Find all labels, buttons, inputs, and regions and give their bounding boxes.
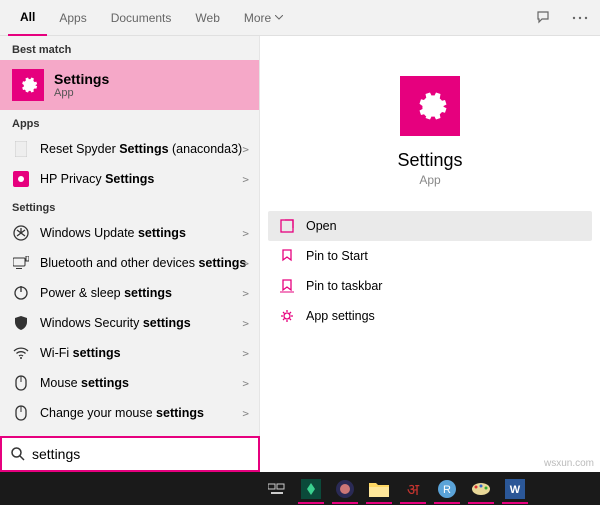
item-icon <box>12 170 30 188</box>
search-box[interactable] <box>0 436 260 472</box>
item-label: Reset Spyder Settings (anaconda3) <box>40 142 247 156</box>
chevron-right-icon: > <box>242 287 249 300</box>
feedback-icon[interactable] <box>532 6 556 30</box>
tab-apps[interactable]: Apps <box>47 0 98 36</box>
item-label: HP Privacy Settings <box>40 172 247 186</box>
chevron-down-icon <box>275 15 283 20</box>
results-panel: Best match Settings App Apps Reset Spyde… <box>0 36 260 472</box>
action-item[interactable]: App settings <box>268 301 592 331</box>
tab-more[interactable]: More <box>232 0 295 36</box>
action-label: Pin to Start <box>306 249 368 263</box>
section-apps: Apps <box>0 110 259 134</box>
chevron-right-icon: > <box>242 257 249 270</box>
item-label: Bluetooth and other devices settings <box>40 256 247 270</box>
action-icon <box>278 279 296 293</box>
list-item[interactable]: Mouse settings> <box>0 368 259 398</box>
list-item[interactable]: Windows Update settings> <box>0 218 259 248</box>
watermark: wsxun.com <box>544 458 594 469</box>
chevron-right-icon: > <box>242 377 249 390</box>
action-item[interactable]: Pin to Start <box>268 241 592 271</box>
item-icon <box>12 140 30 158</box>
taskbar-word[interactable]: W <box>498 472 532 505</box>
list-item[interactable]: HP Privacy Settings> <box>0 164 259 194</box>
item-label: Windows Update settings <box>40 226 247 240</box>
detail-panel: Settings App Open Pin to Start Pin to task… <box>260 36 600 472</box>
best-match-subtitle: App <box>54 87 109 99</box>
section-best-match: Best match <box>0 36 259 60</box>
detail-title: Settings <box>397 150 462 171</box>
item-icon <box>12 284 30 302</box>
taskbar-app-1[interactable] <box>294 472 328 505</box>
more-options-icon[interactable] <box>568 6 592 30</box>
gear-icon <box>12 69 44 101</box>
tab-web[interactable]: Web <box>183 0 231 36</box>
action-label: Pin to taskbar <box>306 279 382 293</box>
action-item[interactable]: Pin to taskbar <box>268 271 592 301</box>
search-icon <box>10 446 26 462</box>
tab-documents[interactable]: Documents <box>99 0 184 36</box>
item-icon <box>12 314 30 332</box>
action-icon <box>278 219 296 233</box>
action-icon <box>278 309 296 323</box>
item-label: Power & sleep settings <box>40 286 247 300</box>
taskbar-app-4[interactable]: अ <box>396 472 430 505</box>
action-label: Open <box>306 219 337 233</box>
item-label: Mouse settings <box>40 376 247 390</box>
chevron-right-icon: > <box>242 227 249 240</box>
item-icon <box>12 404 30 422</box>
chevron-right-icon: > <box>242 317 249 330</box>
item-icon <box>12 224 30 242</box>
chevron-right-icon: > <box>242 173 249 186</box>
list-item[interactable]: Power & sleep settings> <box>0 278 259 308</box>
action-item[interactable]: Open <box>268 211 592 241</box>
gear-icon <box>400 76 460 136</box>
chevron-right-icon: > <box>242 407 249 420</box>
list-item[interactable]: Wi-Fi settings> <box>0 338 259 368</box>
item-label: Windows Security settings <box>40 316 247 330</box>
best-match-title: Settings <box>54 71 109 87</box>
search-input[interactable] <box>32 446 250 462</box>
svg-text:R: R <box>443 484 451 496</box>
action-label: App settings <box>306 309 375 323</box>
list-item[interactable]: Change your mouse settings> <box>0 398 259 428</box>
list-item[interactable]: Reset Spyder Settings (anaconda3)> <box>0 134 259 164</box>
detail-subtitle: App <box>419 173 440 187</box>
list-item[interactable]: Windows Security settings> <box>0 308 259 338</box>
search-tabs: All Apps Documents Web More <box>0 0 600 36</box>
section-settings: Settings <box>0 194 259 218</box>
taskbar-app-6[interactable] <box>464 472 498 505</box>
taskbar-file-explorer[interactable] <box>362 472 396 505</box>
best-match-item[interactable]: Settings App <box>0 60 259 110</box>
taskbar-app-5[interactable]: R <box>430 472 464 505</box>
taskbar-app-2[interactable] <box>328 472 362 505</box>
item-label: Change your mouse settings <box>40 406 247 420</box>
item-icon <box>12 374 30 392</box>
taskbar: अ R W <box>0 472 600 505</box>
item-label: Wi-Fi settings <box>40 346 247 360</box>
task-view-icon[interactable] <box>260 472 294 505</box>
item-icon <box>12 344 30 362</box>
chevron-right-icon: > <box>242 347 249 360</box>
chevron-right-icon: > <box>242 143 249 156</box>
action-icon <box>278 249 296 263</box>
tab-all[interactable]: All <box>8 0 47 36</box>
svg-text:W: W <box>510 484 521 496</box>
item-icon <box>12 254 30 272</box>
list-item[interactable]: Bluetooth and other devices settings> <box>0 248 259 278</box>
